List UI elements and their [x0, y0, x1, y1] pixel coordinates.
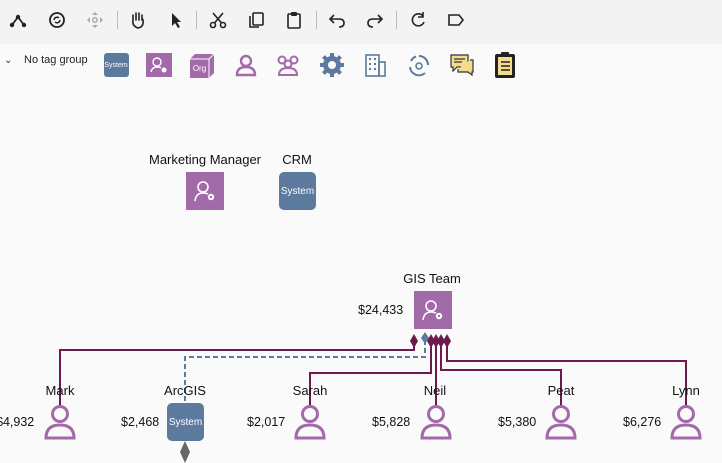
arcgis-cost: $2,468 [121, 415, 160, 429]
gis-team-node[interactable] [414, 291, 452, 329]
tag-group-toggle[interactable]: ⌄ No tag group [4, 54, 88, 66]
neil-node[interactable] [419, 404, 453, 440]
role-icon [194, 181, 215, 202]
toolbar [0, 0, 722, 44]
lynn-label: Lynn [672, 383, 700, 398]
group-icon[interactable] [274, 51, 302, 79]
peat-cost: $5,380 [498, 415, 537, 429]
role-icon[interactable] [145, 51, 173, 79]
diagram-canvas[interactable]: Marketing Manager CRM System GIS Team $2… [0, 86, 722, 463]
cut-icon[interactable] [206, 8, 230, 32]
peat-node[interactable] [544, 404, 578, 440]
recycle-icon[interactable] [405, 51, 433, 79]
sync-icon[interactable] [45, 8, 69, 32]
marketing-manager-label: Marketing Manager [149, 152, 261, 167]
redo-icon[interactable] [363, 8, 387, 32]
sarah-node[interactable] [293, 404, 327, 440]
lynn-node[interactable] [669, 404, 703, 440]
link-sarah [309, 344, 432, 406]
share-nodes-icon[interactable] [6, 8, 30, 32]
comments-icon[interactable] [448, 51, 476, 79]
copy-icon[interactable] [244, 8, 268, 32]
sarah-label: Sarah [292, 383, 328, 398]
shape-palette: ⌄ No tag group System Org [0, 46, 722, 86]
refresh-icon[interactable] [406, 8, 430, 32]
gis-team-label: GIS Team [403, 271, 461, 286]
arcgis-node[interactable]: System [167, 403, 204, 441]
system-icon[interactable]: System [102, 51, 130, 79]
tag-icon[interactable] [444, 8, 468, 32]
tag-group-label: No tag group [24, 54, 88, 66]
mark-label: Mark [45, 383, 75, 398]
chevron-down-icon: ⌄ [4, 54, 13, 66]
neil-cost: $5,828 [372, 415, 411, 429]
move-icon[interactable] [83, 8, 107, 32]
connectors [59, 332, 687, 463]
role-icon [422, 300, 443, 321]
mark-cost: $4,932 [0, 415, 35, 429]
link-peat [440, 344, 562, 406]
crm-node[interactable]: System [279, 172, 316, 210]
hand-icon[interactable] [126, 8, 150, 32]
undo-icon[interactable] [325, 8, 349, 32]
mark-node[interactable] [43, 404, 77, 440]
paste-icon[interactable] [282, 8, 306, 32]
crm-label: CRM [282, 152, 312, 167]
settings-icon[interactable] [318, 51, 346, 79]
arcgis-label: ArcGIS [164, 383, 206, 398]
arcgis-port [180, 441, 190, 463]
neil-label: Neil [423, 383, 447, 398]
building-icon[interactable] [361, 51, 389, 79]
clipboard-icon[interactable] [491, 51, 519, 79]
sarah-cost: $2,017 [247, 415, 286, 429]
person-icon[interactable] [232, 51, 260, 79]
lynn-cost: $6,276 [623, 415, 662, 429]
peat-label: Peat [547, 383, 575, 398]
svg-text:Org: Org [193, 64, 206, 73]
pointer-icon[interactable] [164, 8, 188, 32]
gis-team-cost: $24,433 [358, 303, 404, 317]
marketing-manager-node[interactable] [186, 172, 224, 210]
link-mark [59, 344, 415, 406]
org-icon[interactable]: Org [188, 51, 216, 79]
